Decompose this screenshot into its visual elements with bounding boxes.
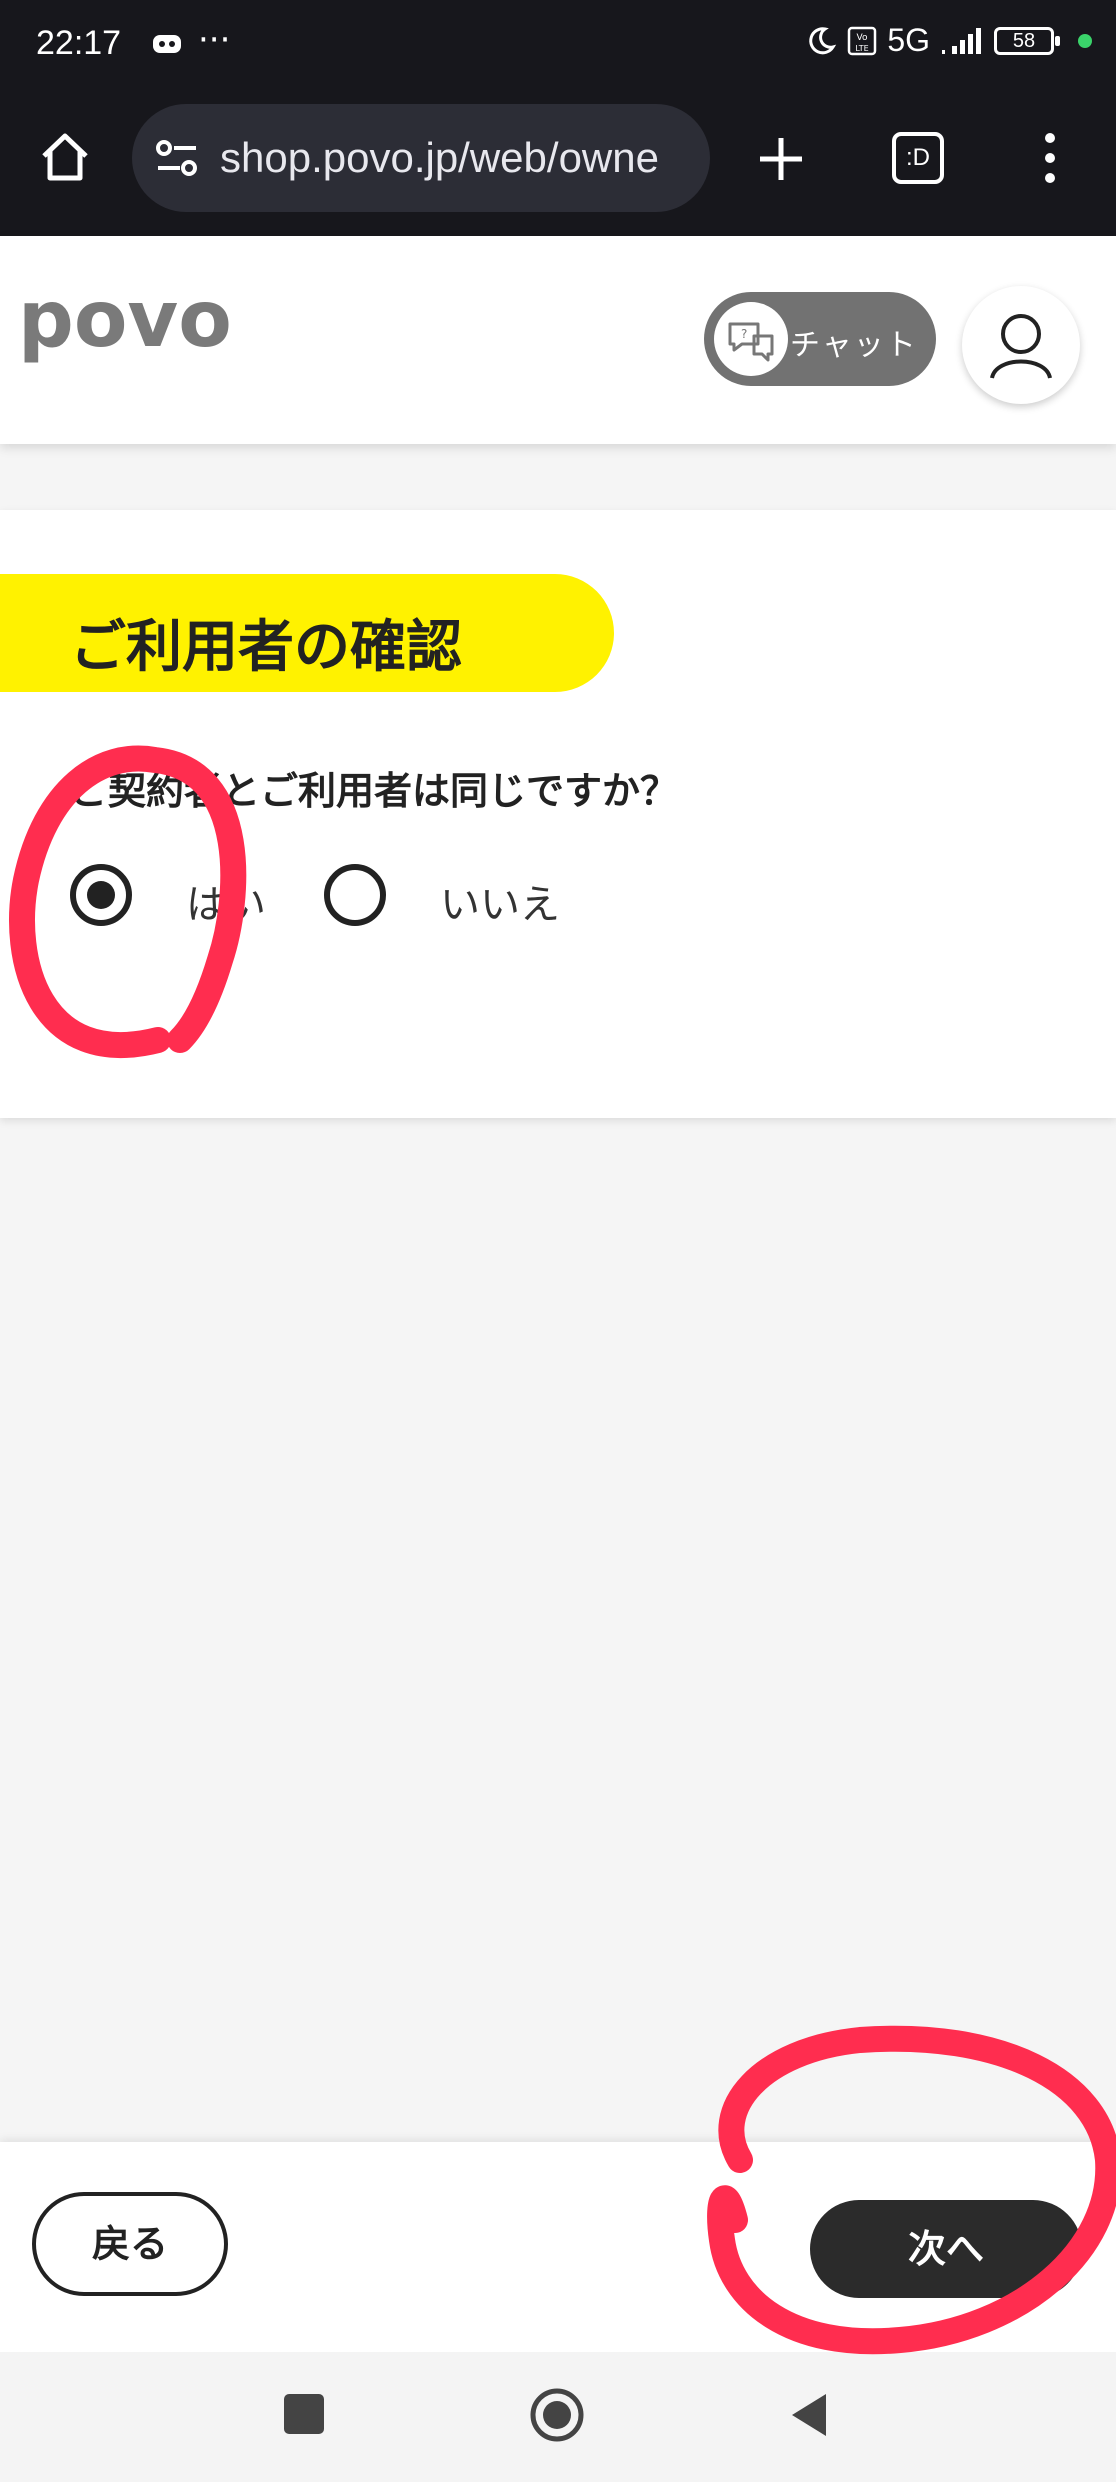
address-bar[interactable]: shop.povo.jp/web/owne [132, 104, 710, 212]
account-button[interactable] [962, 286, 1080, 404]
radio-selected-dot [87, 881, 115, 909]
section-title-text: ご利用者の確認 [70, 615, 462, 680]
home-circle-icon[interactable] [528, 2386, 586, 2444]
tab-switcher-button[interactable]: :D [892, 132, 944, 184]
site-header: povo ? チャット [0, 236, 1116, 444]
chat-icon: ? [714, 302, 788, 376]
signal-icon [942, 27, 981, 54]
radio-option-no[interactable] [324, 864, 386, 926]
radio-yes-label[interactable]: はい [186, 872, 266, 930]
system-navigation-bar [0, 2352, 1116, 2482]
radio-yes[interactable] [70, 864, 132, 926]
section-heading: ご利用者の確認 [0, 574, 614, 692]
privacy-indicator-dot [1078, 33, 1092, 48]
browser-menu-icon[interactable] [1040, 130, 1060, 186]
question-text: ご契約者とご利用者は同じですか？ [70, 769, 679, 813]
more-notifications-icon: ··· [198, 20, 231, 60]
url-text[interactable]: shop.povo.jp/web/owne [220, 134, 700, 182]
logo-text: povo [18, 284, 232, 365]
user-confirmation-card: ご利用者の確認 ご契約者とご利用者は同じですか？ はい いいえ [0, 510, 1116, 1118]
radio-no-label[interactable]: いいえ [440, 872, 560, 930]
network-type: 5G [887, 22, 930, 58]
svg-text:LTE: LTE [856, 44, 869, 53]
svg-text:?: ? [741, 327, 747, 341]
svg-text:Vo: Vo [857, 33, 868, 43]
povo-logo[interactable]: povo [18, 275, 258, 388]
back-triangle-icon[interactable] [786, 2390, 830, 2440]
new-tab-plus-icon[interactable] [756, 134, 806, 184]
status-bar: 22:17 ··· Vo LTE 5G 58 [0, 0, 1116, 100]
back-button[interactable]: 戻る [32, 2192, 228, 2296]
status-time: 22:17 [36, 24, 122, 62]
site-settings-icon[interactable] [154, 136, 200, 180]
recents-square-icon[interactable] [284, 2394, 324, 2434]
chat-label: チャット [790, 328, 918, 363]
do-not-disturb-moon-icon [809, 26, 837, 54]
status-icons: Vo LTE 5G 58 [805, 22, 1092, 59]
next-button[interactable]: 次へ [810, 2200, 1082, 2298]
chat-button[interactable]: ? チャット [704, 292, 936, 386]
radio-no[interactable] [324, 864, 386, 926]
assistant-icon [153, 35, 181, 53]
battery-icon: 58 [994, 26, 1060, 55]
home-icon[interactable] [36, 128, 94, 186]
form-action-bar: 戻る 次へ [0, 2142, 1116, 2352]
volte-icon: Vo LTE [848, 26, 877, 55]
user-icon [990, 314, 1052, 379]
povo-logo-mark: povo [18, 275, 232, 365]
browser-toolbar: shop.povo.jp/web/owne :D [0, 100, 1116, 236]
radio-option-yes[interactable] [70, 864, 132, 926]
